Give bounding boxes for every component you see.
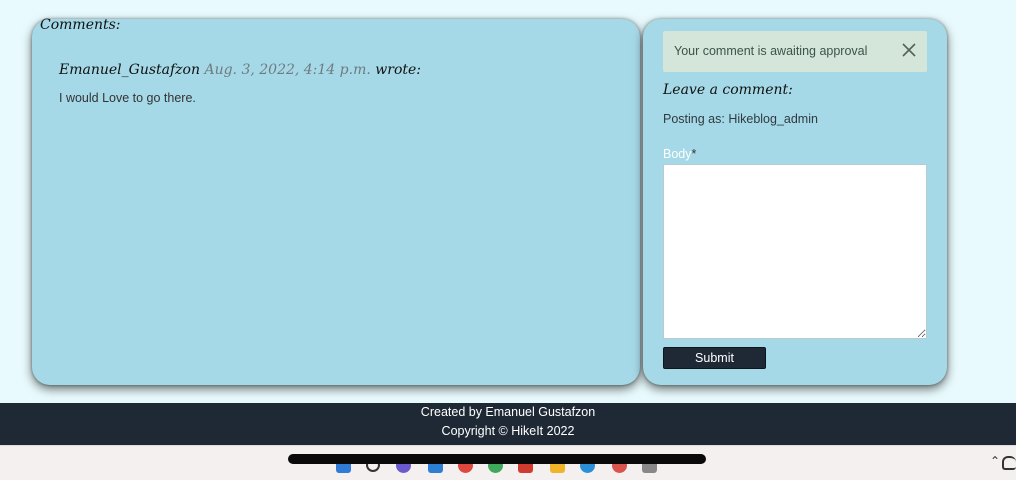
gesture-bar (288, 454, 706, 464)
approval-alert: Your comment is awaiting approval (663, 31, 927, 72)
leave-comment-heading: Leave a comment: (663, 82, 793, 98)
comments-panel: Comments: Emanuel_Gustafzon Aug. 3, 2022… (32, 17, 640, 385)
footer-created-by: Created by Emanuel Gustafzon (420, 405, 596, 419)
comment-body: I would Love to go there. (59, 91, 196, 105)
required-mark: * (691, 147, 697, 161)
os-taskbar: ⌃ (0, 445, 1016, 480)
comment-header: Emanuel_Gustafzon Aug. 3, 2022, 4:14 p.m… (59, 62, 421, 78)
comment-form-panel: Your comment is awaiting approval Leave … (643, 19, 947, 385)
onedrive-icon[interactable] (1002, 456, 1016, 470)
body-label: Body* (663, 147, 696, 161)
alert-message: Your comment is awaiting approval (674, 44, 868, 58)
footer: Created by Emanuel Gustafzon Copyright ©… (0, 403, 1016, 445)
close-icon[interactable] (901, 42, 917, 58)
comment-wrote: wrote: (375, 62, 421, 78)
comments-heading: Comments: (40, 17, 121, 33)
chevron-up-icon[interactable]: ⌃ (990, 454, 1000, 468)
comment-body-textarea[interactable] (663, 164, 927, 339)
footer-copyright: Copyright © HikeIt 2022 (441, 424, 575, 438)
comment-date: Aug. 3, 2022, 4:14 p.m. (204, 62, 371, 78)
posting-as-text: Posting as: Hikeblog_admin (663, 112, 818, 126)
comment-author: Emanuel_Gustafzon (59, 62, 200, 78)
submit-button[interactable]: Submit (663, 347, 766, 369)
body-label-text: Body (663, 147, 692, 161)
